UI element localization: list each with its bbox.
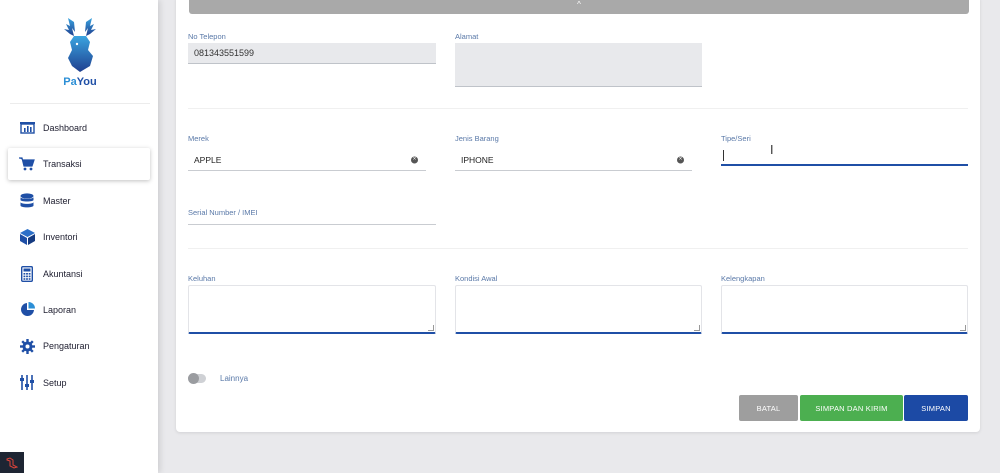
- sidebar-item-laporan[interactable]: Laporan: [8, 294, 150, 326]
- no-telepon-label: No Telepon: [188, 32, 226, 41]
- simpan-dan-kirim-button[interactable]: SIMPAN DAN KIRIM: [800, 395, 903, 421]
- sidebar-item-label: Pengaturan: [43, 341, 90, 352]
- kelengkapan-textarea[interactable]: [721, 285, 968, 334]
- sidebar-item-label: Dashboard: [43, 123, 88, 133]
- calculator-icon: [19, 265, 35, 282]
- pie-chart-icon: [19, 302, 35, 318]
- sidebar-menu: Dashboard Transaksi Master Inventori Aku…: [8, 112, 150, 403]
- section-divider: [188, 248, 968, 249]
- text-cursor: [723, 150, 724, 161]
- sliders-icon: [19, 375, 35, 391]
- sidebar-item-dashboard[interactable]: Dashboard: [8, 112, 150, 144]
- cart-icon: [19, 156, 35, 172]
- deer-logo-icon: [64, 18, 96, 72]
- clear-merek-icon[interactable]: ×: [411, 156, 418, 164]
- merek-label: Merek: [188, 134, 209, 143]
- simpan-button[interactable]: SIMPAN: [904, 395, 968, 421]
- alamat-field: [455, 43, 702, 87]
- alamat-label: Alamat: [455, 32, 479, 41]
- sidebar-item-master[interactable]: Master: [8, 185, 150, 217]
- sidebar-item-label: Akuntansi: [43, 268, 83, 279]
- sidebar-item-label: Setup: [43, 377, 67, 388]
- brand-logo: PaYou: [52, 16, 108, 92]
- merek-value: APPLE: [194, 155, 222, 165]
- kondisi-awal-textarea[interactable]: [455, 285, 702, 334]
- brand-name: PaYou: [63, 76, 97, 88]
- sidebar-item-akuntansi[interactable]: Akuntansi: [8, 258, 150, 290]
- chevron-up-icon: ^: [577, 0, 581, 9]
- jenis-barang-select[interactable]: IPHONE ×: [455, 150, 692, 171]
- keluhan-label: Keluhan: [188, 274, 216, 283]
- kondisi-awal-label: Kondisi Awal: [455, 274, 498, 283]
- lainnya-label: Lainnya: [220, 374, 249, 383]
- collapse-bar[interactable]: ^: [189, 0, 969, 14]
- resize-handle[interactable]: [428, 325, 434, 331]
- tipe-seri-input[interactable]: [721, 144, 968, 166]
- tipe-seri-label: Tipe/Seri: [721, 134, 751, 143]
- cube-icon: [19, 229, 35, 246]
- merek-select[interactable]: APPLE ×: [188, 150, 426, 171]
- app-badge[interactable]: [0, 452, 24, 473]
- laravel-icon: [6, 456, 18, 469]
- section-divider: [188, 108, 968, 109]
- jenis-barang-label: Jenis Barang: [455, 134, 499, 143]
- sidebar: PaYou Dashboard Transaksi Master Invento…: [0, 0, 158, 473]
- sidebar-item-label: Laporan: [43, 304, 77, 315]
- sidebar-item-label: Master: [43, 195, 71, 206]
- no-telepon-value: 081343551599: [194, 48, 255, 58]
- sidebar-item-label: Transaksi: [43, 159, 82, 170]
- sidebar-item-setup[interactable]: Setup: [8, 367, 150, 399]
- sidebar-item-pengaturan[interactable]: Pengaturan: [8, 330, 150, 362]
- resize-handle[interactable]: [960, 325, 966, 331]
- kelengkapan-label: Kelengkapan: [721, 274, 765, 283]
- lainnya-toggle[interactable]: [188, 373, 206, 384]
- resize-handle[interactable]: [694, 325, 700, 331]
- database-icon: [19, 193, 35, 209]
- sidebar-divider: [10, 103, 150, 104]
- dashboard-icon: [19, 120, 35, 136]
- keluhan-textarea[interactable]: [188, 285, 436, 334]
- sidebar-item-transaksi[interactable]: Transaksi: [8, 148, 150, 181]
- toggle-knob: [188, 373, 199, 384]
- clear-jenis-barang-icon[interactable]: ×: [677, 156, 684, 164]
- gear-icon: [19, 338, 35, 354]
- jenis-barang-value: IPHONE: [461, 155, 494, 165]
- batal-button[interactable]: BATAL: [739, 395, 798, 421]
- sidebar-item-label: Inventori: [43, 232, 78, 243]
- sidebar-item-inventori[interactable]: Inventori: [8, 221, 150, 253]
- serial-input[interactable]: [188, 214, 436, 225]
- mouse-ibeam-icon: I: [770, 143, 774, 157]
- no-telepon-field: 081343551599: [188, 43, 436, 64]
